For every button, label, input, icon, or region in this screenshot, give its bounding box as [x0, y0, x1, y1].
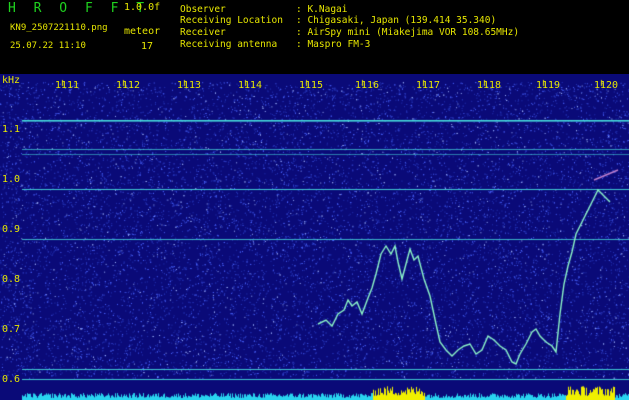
- x-tick-label: 1118: [477, 80, 502, 91]
- antenna-label: Receiving antenna: [180, 39, 278, 50]
- x-tick-label: 1119: [536, 80, 561, 91]
- y-tick-label: 1.0: [2, 174, 21, 185]
- y-axis-unit: kHz: [2, 75, 21, 86]
- y-tick-label: 0.8: [2, 274, 21, 285]
- y-tick-label: 1.1: [2, 124, 21, 135]
- x-tick-label: 1115: [299, 80, 324, 91]
- meteor-label: meteor: [124, 26, 161, 37]
- location-label: Receiving Location: [180, 15, 283, 26]
- observer-label: Observer: [180, 4, 226, 15]
- x-tick-label: 1114: [238, 80, 263, 91]
- version-label: 1.0.0f: [124, 2, 161, 13]
- spectrogram-plot: [0, 74, 629, 400]
- location-value: : Chigasaki, Japan (139.414 35.340): [296, 15, 497, 26]
- antenna-value: : Maspro FM-3: [296, 39, 371, 50]
- meteor-count: 17: [141, 41, 154, 52]
- y-tick-label: 0.6: [2, 374, 21, 385]
- y-tick-label: 0.7: [2, 324, 21, 335]
- x-tick-label: 1113: [177, 80, 202, 91]
- x-tick-label: 1112: [116, 80, 141, 91]
- y-tick-label: 0.9: [2, 224, 21, 235]
- x-tick-label: 1120: [594, 80, 619, 91]
- x-tick-label: 1111: [55, 80, 80, 91]
- receiver-label: Receiver: [180, 27, 226, 38]
- x-tick-label: 1116: [355, 80, 380, 91]
- observer-value: : K.Nagai: [296, 4, 348, 15]
- receiver-value: : AirSpy mini (Miakejima VOR 108.65MHz): [296, 27, 520, 38]
- x-tick-label: 1117: [416, 80, 441, 91]
- timestamp: 25.07.22 11:10: [10, 41, 86, 51]
- file-name: KN9_2507221110.png: [10, 23, 108, 33]
- header-panel: H R O F F T 1.0.0f KN9_2507221110.png me…: [0, 0, 629, 74]
